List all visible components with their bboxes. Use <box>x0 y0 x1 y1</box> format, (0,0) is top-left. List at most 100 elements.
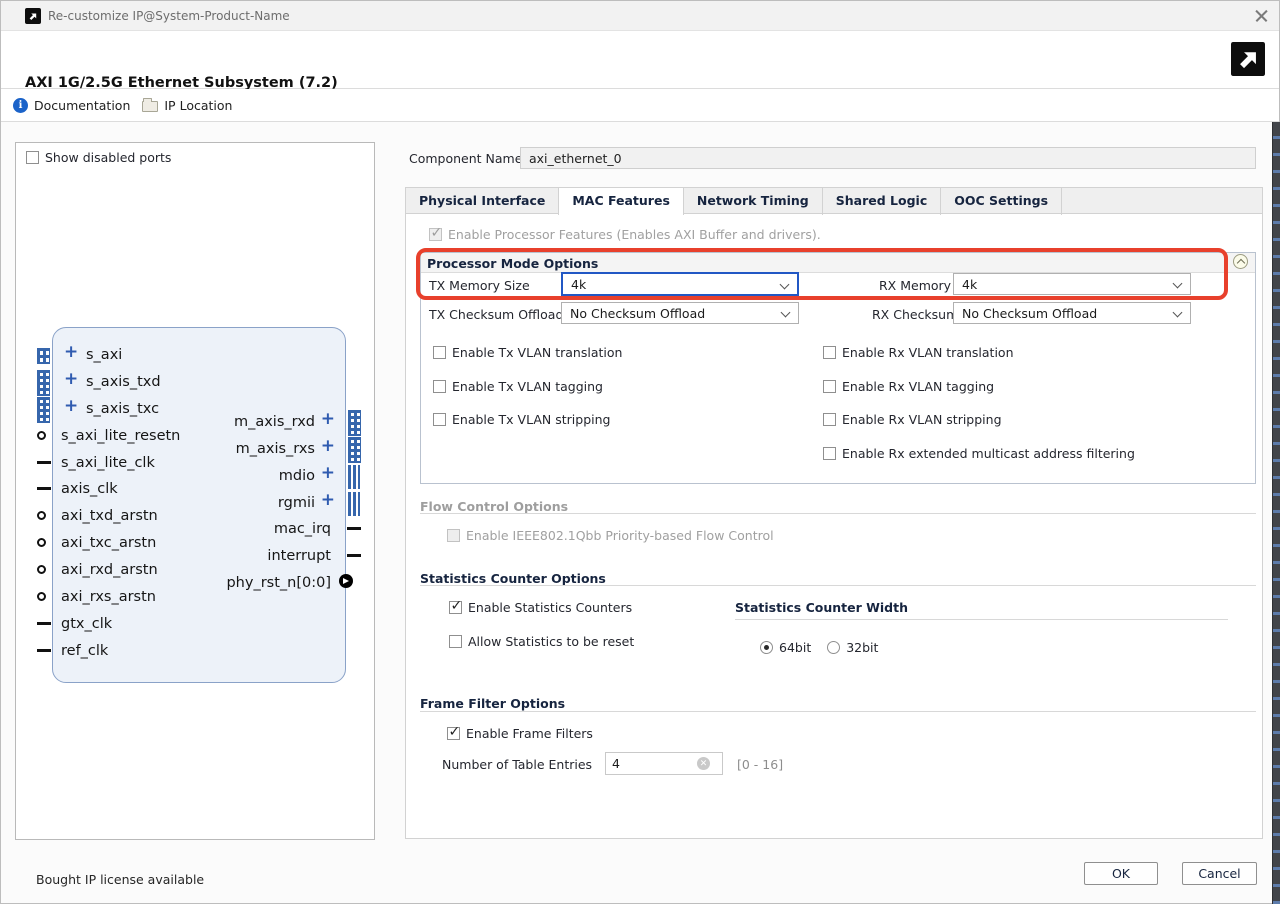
interface-pattern-icon <box>348 410 361 436</box>
ip-location-button[interactable]: IP Location <box>142 98 232 113</box>
interface-pattern-icon <box>37 370 50 396</box>
chevron-down-icon <box>781 308 791 318</box>
tab-shared-logic[interactable]: Shared Logic <box>823 188 941 215</box>
rx-vlan-tagging-checkbox[interactable] <box>823 380 836 393</box>
processor-features-label: Enable Processor Features (Enables AXI B… <box>448 227 821 242</box>
rx-vlan-translation-label: Enable Rx VLAN translation <box>842 345 1014 360</box>
rx-checksum-select[interactable]: No Checksum Offload <box>953 302 1191 324</box>
xilinx-logo <box>1231 42 1265 76</box>
expand-icon-s-axi[interactable]: + <box>64 345 78 359</box>
resetn-port-icon <box>37 511 46 520</box>
tx-memory-value: 4k <box>571 277 586 292</box>
allow-reset-checkbox[interactable] <box>449 635 462 648</box>
port-label: mdio <box>279 468 315 484</box>
clk-port-icon <box>37 622 51 625</box>
flow-control-title: Flow Control Options <box>420 499 568 514</box>
rx-vlan-tagging-row: Enable Rx VLAN tagging <box>823 378 994 394</box>
rx-memory-select[interactable]: 4k <box>953 273 1191 295</box>
port-label: mac_irq <box>274 521 331 537</box>
tx-vlan-translation-checkbox[interactable] <box>433 346 446 359</box>
folder-icon <box>142 101 158 112</box>
tx-vlan-translation-label: Enable Tx VLAN translation <box>452 345 622 360</box>
clk-port-icon <box>37 461 51 464</box>
processor-mode-groupbox: Processor Mode Options TX Memory Size 4k… <box>420 252 1256 484</box>
port-label: m_axis_rxs <box>236 441 315 457</box>
tx-vlan-stripping-checkbox[interactable] <box>433 413 446 426</box>
clear-icon[interactable]: ✕ <box>697 757 710 770</box>
tab-ooc-settings[interactable]: OOC Settings <box>941 188 1062 215</box>
show-disabled-ports-checkbox[interactable] <box>26 151 39 164</box>
tx-vlan-tagging-checkbox[interactable] <box>433 380 446 393</box>
flow-control-row: Enable IEEE802.1Qbb Priority-based Flow … <box>447 527 774 543</box>
chevron-down-icon <box>1173 279 1183 289</box>
tx-memory-label: TX Memory Size <box>429 278 530 293</box>
window-title: Re-customize IP@System-Product-Name <box>48 9 290 23</box>
resetn-port-icon <box>37 431 46 440</box>
port-label: s_axis_txc <box>86 401 159 417</box>
ok-button[interactable]: OK <box>1084 862 1158 885</box>
counter-width-title: Statistics Counter Width <box>735 600 908 615</box>
port-label: axis_clk <box>61 481 118 497</box>
rx-vlan-stripping-checkbox[interactable] <box>823 413 836 426</box>
tab-physical-interface[interactable]: Physical Interface <box>406 188 559 215</box>
tx-memory-select[interactable]: 4k <box>561 272 799 296</box>
port-label: phy_rst_n[0:0] <box>226 575 331 591</box>
port-label: s_axi <box>86 347 122 363</box>
interface-pattern-icon <box>348 437 361 463</box>
allow-reset-row: Allow Statistics to be reset <box>449 633 634 649</box>
cancel-button[interactable]: Cancel <box>1182 862 1257 885</box>
frame-filter-title: Frame Filter Options <box>420 696 565 711</box>
expand-icon-m-axis-rxs[interactable]: + <box>321 439 335 453</box>
radio-32bit-label: 32bit <box>846 640 878 655</box>
tab-network-timing[interactable]: Network Timing <box>684 188 823 215</box>
rx-vlan-translation-checkbox[interactable] <box>823 346 836 359</box>
out-port-icon <box>347 554 361 557</box>
table-entries-field: ✕ <box>605 752 723 775</box>
rx-multicast-filtering-label: Enable Rx extended multicast address fil… <box>842 446 1135 461</box>
interface-bars-icon <box>348 492 360 516</box>
table-entries-label: Number of Table Entries <box>442 757 592 772</box>
clk-port-icon <box>37 487 51 490</box>
tx-vlan-stripping-row: Enable Tx VLAN stripping <box>433 411 610 427</box>
port-label: axi_txc_arstn <box>61 535 156 551</box>
resetn-port-icon <box>37 538 46 547</box>
documentation-button[interactable]: i Documentation <box>13 98 130 113</box>
radio-64bit[interactable] <box>760 641 773 654</box>
port-label: axi_rxs_arstn <box>61 589 156 605</box>
collapse-section-icon[interactable] <box>1233 254 1248 269</box>
close-icon[interactable] <box>1253 7 1271 25</box>
show-disabled-ports-label: Show disabled ports <box>45 150 171 165</box>
enable-frame-filters-checkbox[interactable] <box>447 727 460 740</box>
expand-icon-mdio[interactable]: + <box>321 466 335 480</box>
tx-vlan-tagging-row: Enable Tx VLAN tagging <box>433 378 603 394</box>
rx-multicast-filtering-row: Enable Rx extended multicast address fil… <box>823 445 1135 461</box>
enable-statistics-checkbox[interactable] <box>449 601 462 614</box>
tab-mac-features[interactable]: MAC Features <box>559 188 684 215</box>
dialog-header: AXI 1G/2.5G Ethernet Subsystem (7.2) <box>1 31 1279 89</box>
tx-checksum-select[interactable]: No Checksum Offload <box>561 302 799 324</box>
chevron-down-icon <box>1173 308 1183 318</box>
component-name-field[interactable]: axi_ethernet_0 <box>520 147 1256 169</box>
rx-multicast-filtering-checkbox[interactable] <box>823 447 836 460</box>
table-entries-range: [0 - 16] <box>737 757 783 772</box>
radio-32bit[interactable] <box>827 641 840 654</box>
divider <box>420 711 1256 712</box>
port-label: s_axi_lite_resetn <box>61 428 180 444</box>
port-label: s_axi_lite_clk <box>61 455 155 471</box>
allow-reset-label: Allow Statistics to be reset <box>468 634 634 649</box>
port-label: rgmii <box>278 495 315 511</box>
expand-icon-m-axis-rxd[interactable]: + <box>321 412 335 426</box>
tx-checksum-value: No Checksum Offload <box>570 306 705 321</box>
background-window-edge <box>1272 122 1280 904</box>
expand-icon-s-axis-txc[interactable]: + <box>64 399 78 413</box>
port-label: axi_txd_arstn <box>61 508 158 524</box>
table-entries-input[interactable] <box>612 756 697 771</box>
license-status: Bought IP license available <box>36 872 204 887</box>
ip-symbol-panel: Show disabled ports + + + s_axi s_axis_t… <box>15 142 375 840</box>
rx-vlan-stripping-label: Enable Rx VLAN stripping <box>842 412 1002 427</box>
flow-control-label: Enable IEEE802.1Qbb Priority-based Flow … <box>466 528 774 543</box>
expand-icon-s-axis-txd[interactable]: + <box>64 372 78 386</box>
expand-icon-rgmii[interactable]: + <box>321 493 335 507</box>
processor-mode-title: Processor Mode Options <box>427 256 598 271</box>
ip-location-label: IP Location <box>164 98 232 113</box>
